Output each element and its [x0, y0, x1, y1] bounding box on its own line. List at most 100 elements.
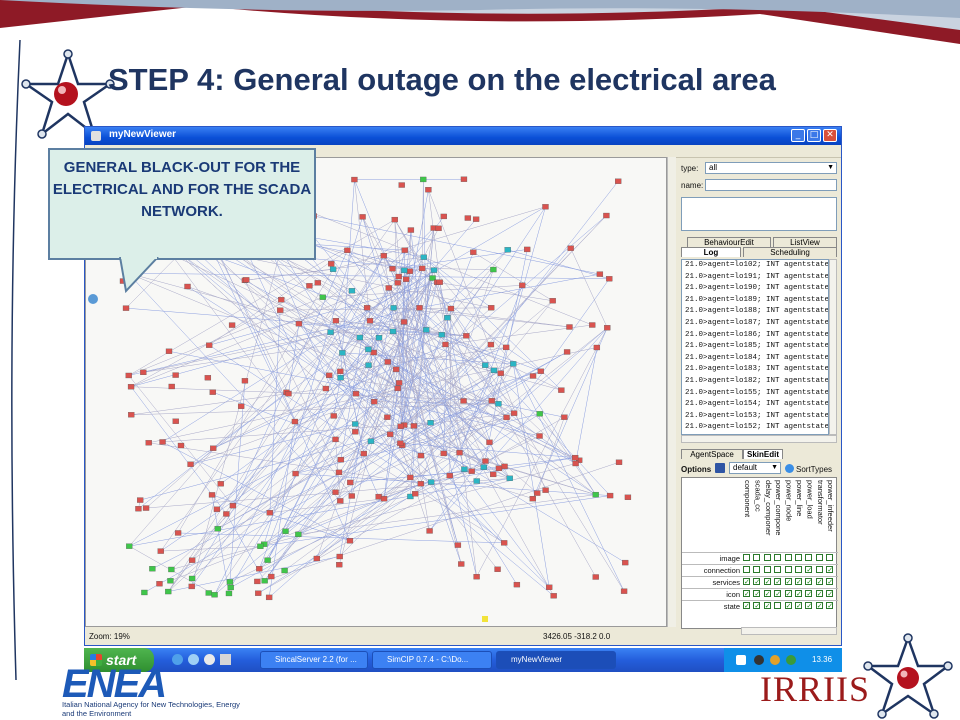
close-button[interactable]: ✕ — [823, 129, 837, 142]
network-node[interactable] — [603, 212, 610, 219]
task-mynewviewer[interactable]: myNewViewer — [496, 651, 616, 669]
network-node[interactable] — [480, 464, 487, 470]
network-node[interactable] — [188, 583, 195, 590]
network-node[interactable] — [282, 528, 289, 534]
network-node[interactable] — [327, 329, 334, 335]
network-node[interactable] — [487, 341, 495, 348]
network-node[interactable] — [426, 528, 433, 534]
network-node[interactable] — [322, 385, 330, 392]
log-entry[interactable]: 21.0>agent=lo184; INT agentstate 5 — [682, 353, 828, 365]
network-node[interactable] — [510, 361, 517, 367]
network-node[interactable] — [346, 538, 354, 544]
tray-volume-icon[interactable] — [786, 655, 796, 665]
network-node[interactable] — [401, 247, 408, 253]
network-node[interactable] — [397, 423, 404, 429]
network-node[interactable] — [135, 506, 142, 512]
network-node[interactable] — [285, 391, 292, 397]
network-node[interactable] — [243, 277, 250, 283]
network-node[interactable] — [402, 276, 410, 282]
network-node[interactable] — [519, 282, 526, 288]
network-node[interactable] — [400, 319, 408, 325]
skin-checkbox[interactable]: ✓ — [794, 578, 803, 587]
network-node[interactable] — [213, 506, 221, 512]
network-node[interactable] — [416, 305, 423, 311]
options-select[interactable]: default ▼ — [729, 462, 781, 474]
network-node[interactable] — [336, 562, 343, 568]
network-node[interactable] — [126, 543, 133, 549]
network-node[interactable] — [380, 496, 388, 502]
network-node[interactable] — [472, 216, 480, 222]
network-node[interactable] — [226, 579, 234, 585]
network-node[interactable] — [482, 616, 488, 622]
network-node[interactable] — [442, 341, 449, 348]
skin-checkbox[interactable]: ✓ — [784, 602, 793, 611]
quicklaunch-media-icon[interactable] — [204, 654, 215, 665]
network-node[interactable] — [291, 418, 299, 425]
network-node[interactable] — [365, 346, 372, 353]
network-node[interactable] — [423, 327, 430, 333]
network-node[interactable] — [502, 344, 510, 351]
log-entry[interactable]: 21.0>agent=lo189; INT agentstate 5 — [682, 295, 828, 307]
skin-checkbox[interactable] — [815, 554, 824, 563]
network-node[interactable] — [397, 440, 404, 446]
network-node[interactable] — [255, 590, 262, 596]
network-node[interactable] — [536, 433, 543, 439]
network-node[interactable] — [406, 268, 413, 274]
network-node[interactable] — [214, 526, 221, 532]
sort-icon[interactable] — [785, 464, 794, 473]
network-node[interactable] — [329, 266, 337, 272]
network-node[interactable] — [486, 439, 493, 445]
task-simcip[interactable]: SimCIP 0.7.4 - C:\Do... — [372, 651, 492, 669]
skin-checkbox[interactable]: ✓ — [773, 590, 782, 599]
skin-checkbox[interactable]: ✓ — [815, 578, 824, 587]
skin-checkbox[interactable]: ✓ — [752, 578, 761, 587]
skin-checkbox[interactable]: ✓ — [804, 566, 813, 575]
network-node[interactable] — [292, 470, 299, 477]
skin-checkbox[interactable]: ✓ — [804, 602, 813, 611]
network-node[interactable] — [524, 246, 531, 253]
network-node[interactable] — [398, 182, 405, 188]
network-node[interactable] — [417, 481, 424, 487]
network-node[interactable] — [482, 458, 489, 464]
skin-checkbox[interactable] — [742, 554, 751, 563]
network-node[interactable] — [328, 261, 335, 267]
network-node[interactable] — [137, 497, 144, 503]
skin-checkbox[interactable] — [825, 554, 834, 563]
network-node[interactable] — [460, 398, 467, 404]
network-node[interactable] — [463, 333, 470, 339]
network-node[interactable] — [615, 178, 622, 184]
network-node[interactable] — [412, 491, 419, 497]
log-entry[interactable]: 21.0>agent=lo152; INT agentstate 5 — [682, 422, 828, 434]
skin-checkbox[interactable]: ✓ — [763, 602, 772, 611]
network-node[interactable] — [420, 176, 427, 183]
network-node[interactable] — [125, 372, 132, 379]
network-node[interactable] — [495, 401, 502, 407]
network-node[interactable] — [145, 440, 152, 446]
network-node[interactable] — [326, 372, 333, 378]
network-node[interactable] — [172, 372, 179, 378]
network-node[interactable] — [615, 459, 623, 465]
network-node[interactable] — [127, 384, 135, 390]
network-node[interactable] — [572, 460, 579, 467]
name-input[interactable] — [705, 179, 837, 191]
network-node[interactable] — [464, 215, 472, 221]
network-node[interactable] — [395, 380, 403, 386]
skin-checkbox[interactable] — [763, 554, 772, 563]
network-node[interactable] — [488, 305, 495, 311]
log-list[interactable]: 21.0>agent=lo102; INT agentstate 5 21.0>a… — [681, 259, 829, 435]
network-node[interactable] — [427, 479, 435, 485]
skin-checkbox[interactable] — [784, 566, 793, 575]
quicklaunch-app-icon[interactable] — [220, 654, 231, 665]
network-node[interactable] — [128, 412, 135, 418]
skin-checkbox[interactable]: ✓ — [815, 602, 824, 611]
network-node[interactable] — [265, 594, 273, 601]
network-node[interactable] — [407, 474, 414, 481]
log-entry[interactable]: 21.0>agent=lo153; INT agentstate 5 — [682, 411, 828, 423]
network-node[interactable] — [208, 492, 216, 498]
network-node[interactable] — [174, 530, 182, 536]
network-node[interactable] — [624, 494, 632, 500]
network-node[interactable] — [227, 584, 234, 591]
skin-checkbox[interactable]: ✓ — [794, 590, 803, 599]
skin-checkbox[interactable]: ✓ — [752, 602, 761, 611]
skin-checkbox[interactable]: ✓ — [825, 578, 834, 587]
